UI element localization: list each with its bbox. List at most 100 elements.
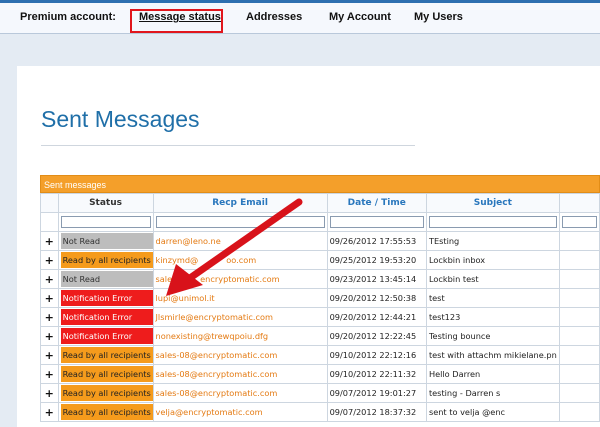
- recp-email-cell[interactable]: sale encryptomatic.com: [152, 269, 328, 289]
- column-header-subject[interactable]: Subject: [425, 193, 560, 213]
- recp-email-cell[interactable]: nonexisting@trewqpoiu.dfg: [152, 326, 328, 346]
- messages-table: Status Recp Email Date / Time Subject + N…: [40, 193, 600, 422]
- expand-icon[interactable]: +: [40, 307, 59, 327]
- date-time-cell: 09/10/2012 22:12:16: [326, 345, 427, 365]
- date-time-cell: 09/26/2012 17:55:53: [326, 231, 427, 251]
- table-row[interactable]: + Notification Error Jlsmirle@encryptomati…: [40, 307, 600, 327]
- status-badge: Read by all recipients: [60, 347, 153, 363]
- filter-extra-input[interactable]: [561, 216, 597, 228]
- extra-cell: [558, 326, 600, 346]
- status-badge: Read by all recipients: [60, 366, 153, 382]
- subject-cell: Hello Darren: [425, 364, 560, 384]
- premium-account-label: Premium account:: [20, 11, 116, 23]
- extra-cell: [558, 231, 600, 251]
- subject-cell: testing - Darren s: [425, 383, 560, 403]
- extra-cell: [558, 402, 600, 422]
- status-cell: Read by all recipients: [57, 250, 154, 270]
- recp-email-cell[interactable]: Jlsmirle@encryptomatic.com: [152, 307, 328, 327]
- expand-icon[interactable]: +: [40, 345, 59, 365]
- table-row[interactable]: + Read by all recipients kinzymd@ oo.com 09/…: [40, 250, 600, 270]
- filter-date-input[interactable]: [329, 216, 424, 228]
- subject-cell: Testing bounce: [425, 326, 560, 346]
- extra-cell: [558, 288, 600, 308]
- column-header-date-time[interactable]: Date / Time: [326, 193, 427, 213]
- status-cell: Read by all recipients: [57, 364, 154, 384]
- expand-icon[interactable]: +: [40, 231, 59, 251]
- highlight-box: [130, 9, 223, 33]
- recp-email-cell[interactable]: lupi@unimol.it: [152, 288, 328, 308]
- table-row[interactable]: + Not Read sale encryptomatic.com 09/23/2012…: [40, 269, 600, 289]
- subject-cell: test: [425, 288, 560, 308]
- expand-icon[interactable]: +: [40, 269, 59, 289]
- date-time-cell: 09/20/2012 12:44:21: [326, 307, 427, 327]
- extra-cell: [558, 269, 600, 289]
- recp-email-cell[interactable]: sales-08@encryptomatic.com: [152, 364, 328, 384]
- filter-row: [40, 212, 600, 232]
- status-badge: Not Read: [60, 271, 153, 287]
- filter-subject-input[interactable]: [428, 216, 557, 228]
- table-row[interactable]: + Read by all recipients sales-08@encrypto…: [40, 364, 600, 384]
- sent-messages-grid: Sent messages Status Recp Email Date / T…: [40, 175, 600, 422]
- table-row[interactable]: + Read by all recipients velja@encryptomat…: [40, 402, 600, 422]
- grid-body: + Not Read darren@leno.ne 09/26/2012 17:55:…: [40, 231, 600, 422]
- column-header-recp-email[interactable]: Recp Email: [152, 193, 328, 213]
- filter-cell-subject: [425, 212, 560, 232]
- column-header-status[interactable]: Status: [57, 193, 154, 213]
- table-row[interactable]: + Notification Error lupi@unimol.it 09/20/2…: [40, 288, 600, 308]
- status-cell: Notification Error: [57, 307, 154, 327]
- page-title: Sent Messages: [41, 106, 200, 132]
- expand-icon[interactable]: +: [40, 288, 59, 308]
- recp-email-cell[interactable]: sales-08@encryptomatic.com: [152, 383, 328, 403]
- status-cell: Notification Error: [57, 326, 154, 346]
- grid-caption: Sent messages: [40, 175, 600, 193]
- top-navigation: Premium account: Message status Addresse…: [0, 3, 600, 34]
- table-row[interactable]: + Notification Error nonexisting@trewqpoiu…: [40, 326, 600, 346]
- recp-email-cell[interactable]: darren@leno.ne: [152, 231, 328, 251]
- filter-email-input[interactable]: [155, 216, 325, 228]
- status-cell: Not Read: [57, 231, 154, 251]
- expand-icon[interactable]: +: [40, 250, 59, 270]
- extra-cell: [558, 307, 600, 327]
- status-cell: Read by all recipients: [57, 345, 154, 365]
- status-cell: Read by all recipients: [57, 383, 154, 403]
- date-time-cell: 09/07/2012 18:37:32: [326, 402, 427, 422]
- table-row[interactable]: + Read by all recipients sales-08@encrypto…: [40, 383, 600, 403]
- title-divider: [41, 145, 415, 146]
- email-fragment: encryptomatic.com: [200, 274, 280, 284]
- expand-icon[interactable]: +: [40, 326, 59, 346]
- status-badge: Notification Error: [60, 290, 153, 306]
- email-fragment: oo.com: [226, 255, 257, 265]
- filter-cell-extra: [558, 212, 600, 232]
- date-time-cell: 09/07/2012 19:01:27: [326, 383, 427, 403]
- subject-cell: test with attachm mikielane.pn: [425, 345, 560, 365]
- status-badge: Notification Error: [60, 309, 153, 325]
- extra-cell: [558, 383, 600, 403]
- expand-icon[interactable]: +: [40, 364, 59, 384]
- filter-cell-status: [57, 212, 154, 232]
- date-time-cell: 09/10/2012 22:11:32: [326, 364, 427, 384]
- recp-email-cell[interactable]: kinzymd@ oo.com: [152, 250, 328, 270]
- expand-column-header: [40, 193, 59, 213]
- nav-addresses[interactable]: Addresses: [246, 11, 302, 23]
- extra-cell: [558, 345, 600, 365]
- subject-cell: TEsting: [425, 231, 560, 251]
- expand-icon[interactable]: +: [40, 402, 59, 422]
- status-badge: Read by all recipients: [60, 404, 153, 420]
- table-row[interactable]: + Not Read darren@leno.ne 09/26/2012 17:55:…: [40, 231, 600, 251]
- filter-status-input[interactable]: [60, 216, 151, 228]
- filter-spacer: [40, 212, 59, 232]
- nav-my-account[interactable]: My Account: [329, 11, 391, 23]
- status-cell: Read by all recipients: [57, 402, 154, 422]
- nav-my-users[interactable]: My Users: [414, 11, 463, 23]
- date-time-cell: 09/20/2012 12:22:45: [326, 326, 427, 346]
- status-cell: Not Read: [57, 269, 154, 289]
- expand-icon[interactable]: +: [40, 383, 59, 403]
- extra-cell: [558, 364, 600, 384]
- subject-cell: test123: [425, 307, 560, 327]
- table-row[interactable]: + Read by all recipients sales-08@encrypto…: [40, 345, 600, 365]
- date-time-cell: 09/20/2012 12:50:38: [326, 288, 427, 308]
- recp-email-cell[interactable]: sales-08@encryptomatic.com: [152, 345, 328, 365]
- status-badge: Read by all recipients: [60, 252, 153, 268]
- date-time-cell: 09/23/2012 13:45:14: [326, 269, 427, 289]
- recp-email-cell[interactable]: velja@encryptomatic.com: [152, 402, 328, 422]
